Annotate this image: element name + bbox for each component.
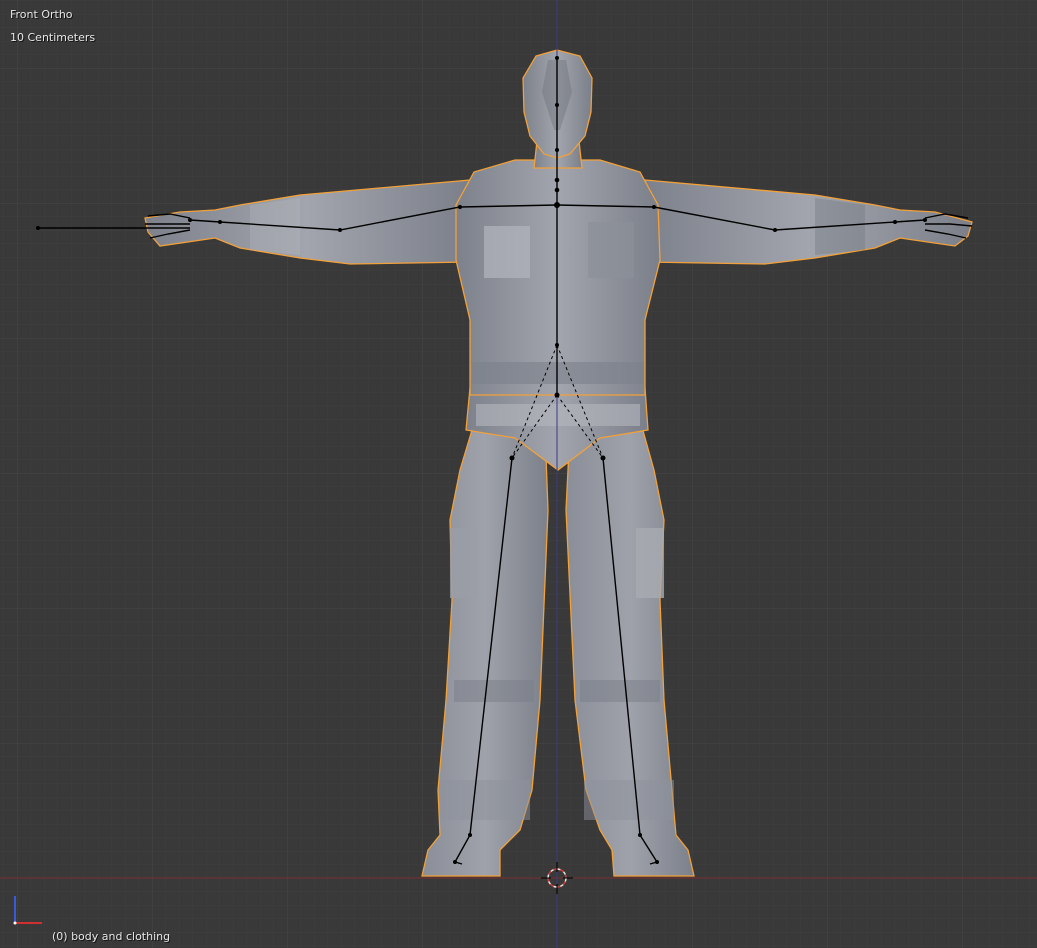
3d-viewport[interactable]: Front Ortho 10 Centimeters (0) body and … bbox=[0, 0, 1037, 948]
grid-scale-label: 10 Centimeters bbox=[10, 31, 96, 44]
scene-canvas[interactable] bbox=[0, 0, 1037, 948]
object-info-label: (0) body and clothing bbox=[52, 930, 171, 943]
view-name-label: Front Ortho bbox=[10, 8, 73, 21]
